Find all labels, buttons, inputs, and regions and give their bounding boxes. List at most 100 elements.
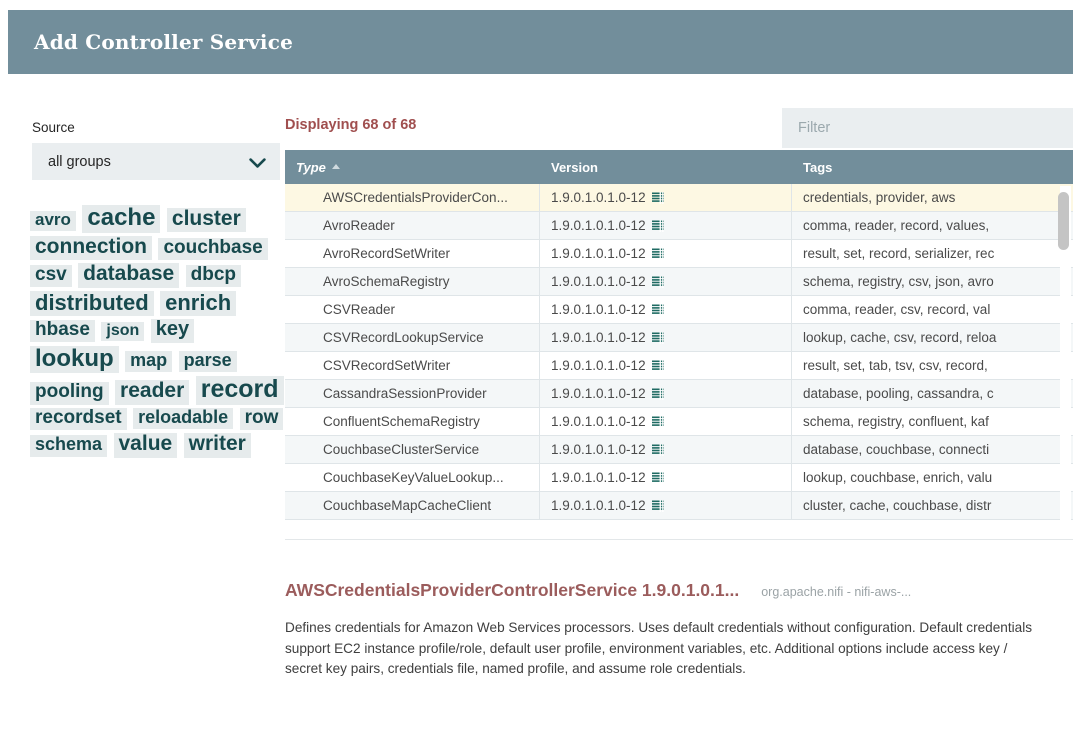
tag-chip[interactable]: database	[78, 263, 179, 287]
grid-header-row: Type Version Tags	[285, 150, 1073, 184]
table-row[interactable]: CSVRecordSetWriter1.9.0.1.0.1.0-12result…	[285, 352, 1073, 380]
tag-chip[interactable]: hbase	[30, 320, 95, 342]
source-group-selected-value: all groups	[48, 154, 111, 170]
column-header-version[interactable]: Version	[540, 150, 792, 184]
cell-version-text: 1.9.0.1.0.1.0-12	[551, 274, 646, 289]
cell-version: 1.9.0.1.0.1.0-12	[540, 380, 792, 407]
service-detail-description: Defines credentials for Amazon Web Servi…	[285, 618, 1041, 680]
table-row[interactable]: CSVRecordLookupService1.9.0.1.0.1.0-12lo…	[285, 324, 1073, 352]
cell-version-text: 1.9.0.1.0.1.0-12	[551, 386, 646, 401]
tag-chip[interactable]: dbcp	[186, 265, 241, 287]
bundle-list-icon[interactable]	[652, 500, 664, 512]
cell-type: CSVRecordLookupService	[285, 324, 540, 351]
service-detail-bundle: org.apache.nifi - nifi-aws-...	[761, 585, 911, 599]
bundle-list-icon[interactable]	[652, 360, 664, 372]
cell-version: 1.9.0.1.0.1.0-12	[540, 296, 792, 323]
cell-version: 1.9.0.1.0.1.0-12	[540, 324, 792, 351]
cell-type: CSVRecordSetWriter	[285, 352, 540, 379]
bundle-list-icon[interactable]	[652, 444, 664, 456]
bundle-list-icon[interactable]	[652, 192, 664, 204]
tag-chip[interactable]: json	[101, 322, 144, 341]
table-row[interactable]: ConfluentSchemaRegistry1.9.0.1.0.1.0-12s…	[285, 408, 1073, 436]
tag-chip[interactable]: couchbase	[158, 238, 267, 260]
bundle-list-icon[interactable]	[652, 220, 664, 232]
bundle-list-icon[interactable]	[652, 332, 664, 344]
sort-ascending-icon	[332, 164, 340, 169]
tag-chip[interactable]: cluster	[167, 208, 246, 232]
table-row[interactable]: CassandraSessionProvider1.9.0.1.0.1.0-12…	[285, 380, 1073, 408]
column-header-tags-label: Tags	[803, 160, 832, 175]
bundle-list-icon[interactable]	[652, 304, 664, 316]
bundle-list-icon[interactable]	[652, 248, 664, 260]
cell-version: 1.9.0.1.0.1.0-12	[540, 436, 792, 463]
vertical-scrollbar-thumb[interactable]	[1058, 192, 1069, 250]
column-header-type[interactable]: Type	[285, 150, 540, 184]
service-detail-name: AWSCredentialsProviderControllerService …	[285, 580, 739, 601]
services-grid: Type Version Tags AWSCredentialsProvider…	[285, 150, 1073, 540]
tag-chip[interactable]: schema	[30, 435, 107, 456]
cell-version-text: 1.9.0.1.0.1.0-12	[551, 498, 646, 513]
cell-type: AvroReader	[285, 212, 540, 239]
cell-type: CouchbaseKeyValueLookup...	[285, 464, 540, 491]
cell-tags: result, set, record, serializer, rec	[792, 240, 1073, 267]
displaying-count: Displaying 68 of 68	[285, 117, 416, 133]
table-row[interactable]: AWSCredentialsProviderCon...1.9.0.1.0.1.…	[285, 184, 1073, 212]
cell-type: AvroSchemaRegistry	[285, 268, 540, 295]
tag-chip[interactable]: record	[196, 376, 284, 405]
tag-chip[interactable]: row	[240, 408, 284, 430]
service-detail-headline: AWSCredentialsProviderControllerService …	[285, 580, 1075, 601]
tag-chip[interactable]: reader	[115, 380, 189, 404]
tag-chip[interactable]: enrich	[160, 291, 236, 317]
table-row[interactable]: AvroRecordSetWriter1.9.0.1.0.1.0-12resul…	[285, 240, 1073, 268]
cell-version-text: 1.9.0.1.0.1.0-12	[551, 414, 646, 429]
table-row[interactable]: AvroReader1.9.0.1.0.1.0-12comma, reader,…	[285, 212, 1073, 240]
tag-chip[interactable]: parse	[179, 351, 237, 372]
tag-chip[interactable]: recordset	[30, 408, 127, 430]
cell-tags: result, set, tab, tsv, csv, record,	[792, 352, 1073, 379]
tag-chip[interactable]: distributed	[30, 291, 154, 317]
source-label: Source	[32, 120, 280, 136]
controller-service-table-area: Displaying 68 of 68 Type Version Tags AW…	[285, 108, 1073, 540]
source-group-select[interactable]: all groups	[32, 143, 280, 180]
vertical-scrollbar-track[interactable]	[1060, 186, 1071, 537]
cell-version-text: 1.9.0.1.0.1.0-12	[551, 218, 646, 233]
bundle-list-icon[interactable]	[652, 416, 664, 428]
table-toolbar: Displaying 68 of 68	[285, 108, 1073, 150]
cell-type: AWSCredentialsProviderCon...	[285, 184, 540, 211]
tag-chip[interactable]: value	[114, 433, 178, 457]
tag-chip[interactable]: pooling	[30, 382, 109, 404]
cell-version: 1.9.0.1.0.1.0-12	[540, 492, 792, 519]
column-header-tags[interactable]: Tags	[792, 150, 1073, 184]
tag-chip[interactable]: key	[151, 319, 194, 342]
tag-chip[interactable]: cache	[82, 205, 160, 233]
cell-version-text: 1.9.0.1.0.1.0-12	[551, 470, 646, 485]
tag-chip[interactable]: avro	[30, 211, 76, 231]
tag-chip[interactable]: lookup	[30, 346, 119, 374]
cell-version-text: 1.9.0.1.0.1.0-12	[551, 246, 646, 261]
table-row[interactable]: CouchbaseClusterService1.9.0.1.0.1.0-12d…	[285, 436, 1073, 464]
cell-version: 1.9.0.1.0.1.0-12	[540, 352, 792, 379]
bundle-list-icon[interactable]	[652, 388, 664, 400]
table-row[interactable]: CSVReader1.9.0.1.0.1.0-12comma, reader, …	[285, 296, 1073, 324]
table-row[interactable]: CouchbaseMapCacheClient1.9.0.1.0.1.0-12c…	[285, 492, 1073, 520]
filter-input[interactable]	[782, 108, 1073, 148]
cell-version: 1.9.0.1.0.1.0-12	[540, 240, 792, 267]
cell-tags: lookup, couchbase, enrich, valu	[792, 464, 1073, 491]
cell-version: 1.9.0.1.0.1.0-12	[540, 268, 792, 295]
tag-chip[interactable]: csv	[30, 265, 72, 287]
tag-chip[interactable]: reloadable	[133, 408, 233, 429]
table-row[interactable]: AvroSchemaRegistry1.9.0.1.0.1.0-12schema…	[285, 268, 1073, 296]
cell-version: 1.9.0.1.0.1.0-12	[540, 184, 792, 211]
tag-chip[interactable]: writer	[184, 433, 251, 457]
table-row[interactable]: CouchbaseKeyValueLookup... 1.9.0.1.0.1.0-…	[285, 464, 1073, 492]
bundle-list-icon[interactable]	[652, 276, 664, 288]
column-header-type-label: Type	[296, 160, 326, 175]
tag-chip[interactable]: map	[125, 351, 172, 372]
cell-type: CSVReader	[285, 296, 540, 323]
tag-chip[interactable]: connection	[30, 236, 152, 260]
column-header-version-label: Version	[551, 160, 598, 175]
cell-version-text: 1.9.0.1.0.1.0-12	[551, 442, 646, 457]
cell-type: CouchbaseClusterService	[285, 436, 540, 463]
cell-version-text: 1.9.0.1.0.1.0-12	[551, 302, 646, 317]
bundle-list-icon[interactable]	[652, 472, 664, 484]
